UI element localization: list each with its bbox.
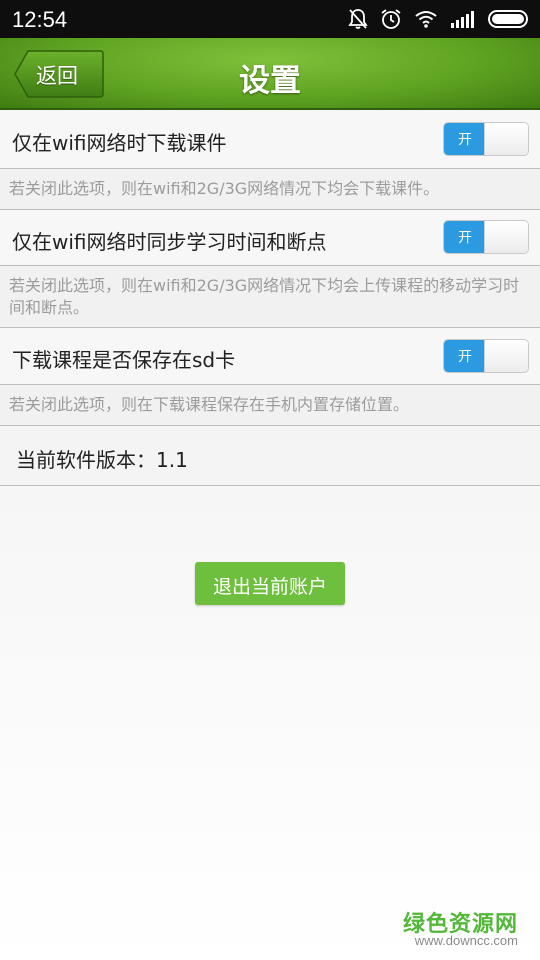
bell-off-icon xyxy=(348,8,368,30)
setting-row-wifi-download: 仅在wifi网络时下载课件 开 xyxy=(0,110,540,169)
logout-button[interactable]: 退出当前账户 xyxy=(195,562,345,605)
toggle-on-label: 开 xyxy=(458,230,472,246)
wifi-download-toggle[interactable]: 开 xyxy=(443,122,529,156)
setting-description-box: 若关闭此选项，则在wifi和2G/3G网络情况下均会下载课件。 xyxy=(0,169,540,210)
setting-label: 仅在wifi网络时下载课件 xyxy=(12,131,227,155)
wifi-icon xyxy=(414,9,438,29)
status-icons xyxy=(348,8,530,30)
setting-description: 若关闭此选项，则在下载课程保存在手机内置存储位置。 xyxy=(9,395,410,414)
toggle-on-segment: 开 xyxy=(444,123,486,155)
status-time: 12:54 xyxy=(12,7,68,32)
status-bar: 12:54 xyxy=(0,0,540,38)
alarm-icon xyxy=(380,8,402,30)
setting-label: 仅在wifi网络时同步学习时间和断点 xyxy=(12,230,327,254)
sd-card-toggle[interactable]: 开 xyxy=(443,339,529,373)
setting-description: 若关闭此选项，则在wifi和2G/3G网络情况下均会下载课件。 xyxy=(9,179,440,198)
toggle-thumb xyxy=(484,123,528,155)
page-title: 设置 xyxy=(239,63,301,99)
toggle-on-label: 开 xyxy=(458,349,472,365)
watermark-url: www.downcc.com xyxy=(414,933,518,948)
version-text: 当前软件版本：1.1 xyxy=(16,448,188,472)
setting-row-wifi-sync: 仅在wifi网络时同步学习时间和断点 开 xyxy=(0,210,540,266)
toggle-on-segment: 开 xyxy=(444,340,486,372)
toggle-thumb xyxy=(484,221,528,253)
setting-row-sd-card: 下载课程是否保存在sd卡 开 xyxy=(0,328,540,385)
toggle-on-segment: 开 xyxy=(444,221,486,253)
version-row: 当前软件版本：1.1 xyxy=(0,426,540,486)
wifi-sync-toggle[interactable]: 开 xyxy=(443,220,529,254)
title-bar: 返回 设置 xyxy=(0,38,540,110)
toggle-on-label: 开 xyxy=(458,132,472,148)
setting-description-box: 若关闭此选项，则在下载课程保存在手机内置存储位置。 xyxy=(0,385,540,426)
signal-icon xyxy=(450,10,476,28)
setting-description: 若关闭此选项，则在wifi和2G/3G网络情况下均会上传课程的移动学习时间和断点… xyxy=(9,276,520,317)
logout-label: 退出当前账户 xyxy=(212,576,327,598)
battery-icon xyxy=(488,10,530,28)
setting-description-box: 若关闭此选项，则在wifi和2G/3G网络情况下均会上传课程的移动学习时间和断点… xyxy=(0,266,540,328)
toggle-thumb xyxy=(484,340,528,372)
setting-label: 下载课程是否保存在sd卡 xyxy=(12,348,236,372)
